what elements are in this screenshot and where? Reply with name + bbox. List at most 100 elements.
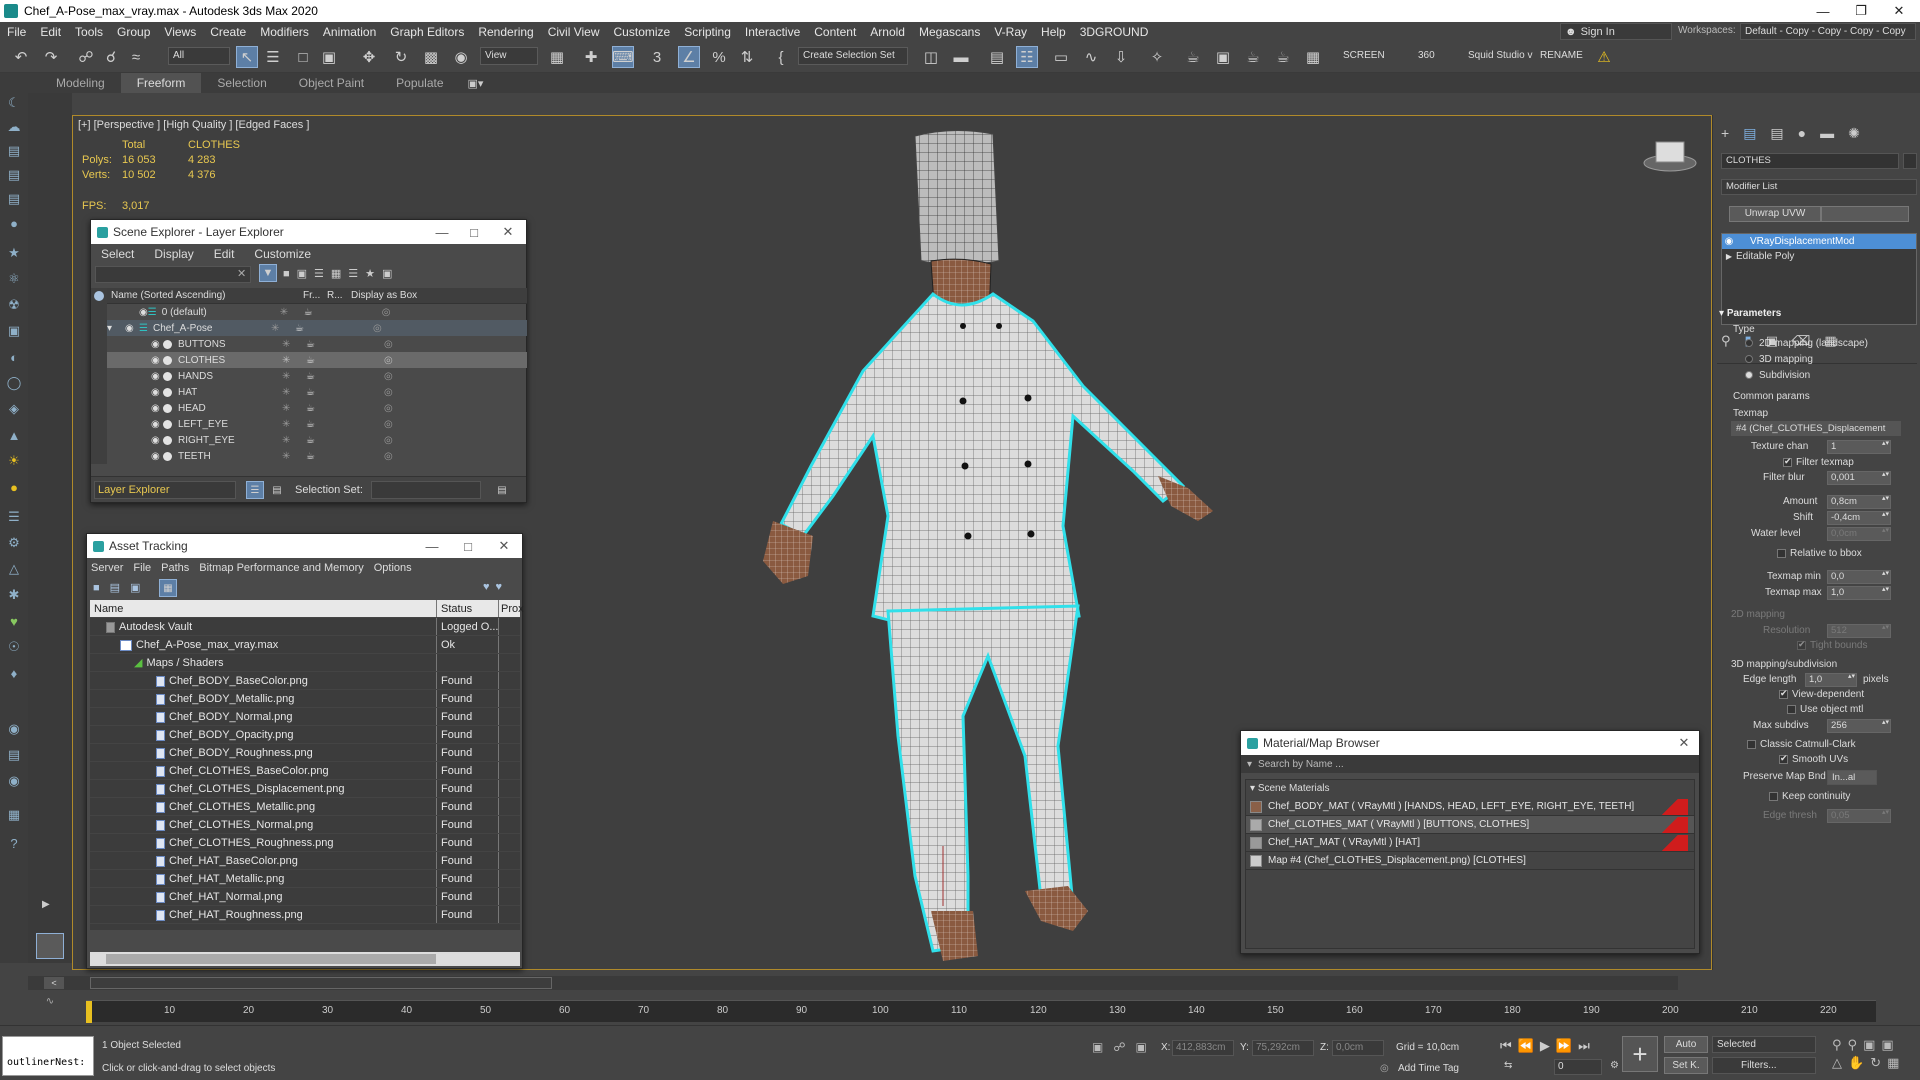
tool-icon-14[interactable]: ▲ (4, 425, 24, 445)
col-box-header[interactable]: Display as Box (351, 290, 417, 301)
hierarchy-mode-icon[interactable]: ▤ (268, 481, 286, 499)
use-object-mtl-checkbox[interactable] (1787, 705, 1796, 714)
zoom-all-icon[interactable]: ⚲ (1848, 1037, 1864, 1052)
render-production-icon[interactable]: ☕ (1242, 46, 1264, 68)
parameters-rollout-header[interactable]: ▾ Parameters (1719, 308, 1781, 319)
next-frame-icon[interactable]: ⏩ (1556, 1038, 1578, 1053)
time-slider-track[interactable] (90, 977, 552, 989)
menu-group[interactable]: Group (110, 25, 157, 39)
texmap-min-spinner[interactable]: 0,0 (1827, 570, 1891, 584)
freeze-icon[interactable]: ✳ (282, 371, 306, 382)
tab-object-paint[interactable]: Object Paint (283, 73, 380, 93)
horizontal-scrollbar[interactable] (90, 952, 520, 966)
maximize-button[interactable]: □ (459, 220, 489, 244)
ribbon-options-icon[interactable]: ▣▾ (460, 77, 492, 90)
clear-search-icon[interactable]: ✕ (237, 267, 246, 280)
render-icon[interactable]: ☕ (304, 307, 382, 318)
filter-blur-spinner[interactable]: 0,001 (1827, 471, 1891, 485)
view-dependent-checkbox[interactable] (1779, 688, 1788, 699)
asset-row[interactable]: Chef_CLOTHES_Roughness.png Found (90, 834, 520, 852)
edit-named-selection-icon[interactable]: { (770, 46, 792, 68)
table-view-icon[interactable]: ▦ (159, 579, 177, 597)
tight-bounds-checkbox[interactable] (1797, 639, 1806, 650)
rendered-frame-window-icon[interactable]: ▣ (1212, 46, 1234, 68)
auto-key-button[interactable]: Auto (1664, 1036, 1708, 1053)
x-coordinate-field[interactable]: 412,883cm (1172, 1040, 1234, 1056)
modifier-visibility-icon[interactable]: ◉ (1722, 236, 1736, 247)
material-row[interactable]: Chef_CLOTHES_MAT ( VRayMtl ) [BUTTONS, C… (1246, 816, 1694, 834)
render-setup-icon[interactable]: ☕ (1182, 46, 1204, 68)
align-icon[interactable]: ▬ (950, 46, 972, 68)
freeze-icon[interactable]: ✳ (271, 323, 295, 334)
type-radio-3d[interactable] (1745, 355, 1753, 363)
col-status-header[interactable]: Status (436, 600, 498, 617)
material-browser-titlebar[interactable]: Material/Map Browser ✕ (1241, 731, 1699, 755)
maximize-viewport-icon[interactable]: ▦ (1887, 1055, 1905, 1070)
viewport-label[interactable]: [+] [Perspective ] [High Quality ] [Edge… (78, 119, 309, 131)
edge-threshold-spinner[interactable]: 0,05 (1827, 809, 1891, 823)
filter-icon[interactable]: ▼ (259, 264, 277, 282)
utilities-icon[interactable]: ● (4, 213, 24, 233)
key-mode-icon[interactable]: ⇆ (1504, 1060, 1512, 1071)
pivot-center-icon[interactable]: ▦ (546, 46, 568, 68)
motion-tab-icon[interactable]: ● (1798, 125, 1820, 141)
viewport-navigation-controls[interactable]: ⚲⚲▣▣ △✋↻▦ (1832, 1036, 1918, 1076)
tool-icon-23[interactable]: ♦ (4, 663, 24, 683)
smooth-uvs-checkbox[interactable] (1779, 753, 1788, 764)
object-row[interactable]: ◉ HEAD ✳ ☕ ◎ (107, 400, 527, 416)
box-icon[interactable]: ◎ (384, 435, 393, 446)
percent-snap-icon[interactable]: % (708, 46, 730, 68)
time-slider[interactable]: < (28, 976, 1678, 990)
asset-tools-icons[interactable]: ■▤▣ (93, 581, 150, 594)
material-editor-icon[interactable]: ✧ (1146, 46, 1168, 68)
select-manipulate-icon[interactable]: ✚ (580, 46, 602, 68)
tool-icon-12[interactable]: ◯ (4, 373, 24, 393)
create-icon[interactable]: ☾ (4, 93, 24, 113)
toggle-ribbon-icon[interactable]: ▭ (1050, 46, 1072, 68)
menu-customize[interactable]: Customize (607, 25, 678, 39)
menu-modifiers[interactable]: Modifiers (253, 25, 316, 39)
object-row[interactable]: ◉ BUTTONS ✳ ☕ ◎ (107, 336, 527, 352)
playback-controls[interactable]: ⏮⏪▶⏩⏭ (1500, 1038, 1596, 1054)
asset-row[interactable]: Chef_BODY_Metallic.png Found (90, 690, 520, 708)
tool-icon-22[interactable]: ☉ (4, 637, 24, 657)
move-icon[interactable]: ✥ (358, 46, 380, 68)
angle-snap-icon[interactable]: ∠ (678, 46, 700, 68)
scale-icon[interactable]: ▩ (420, 46, 442, 68)
asset-row[interactable]: Chef_CLOTHES_BaseColor.png Found (90, 762, 520, 780)
filter-texmap-checkbox[interactable] (1783, 456, 1792, 467)
minimize-button[interactable]: — (417, 534, 447, 558)
freeze-icon[interactable]: ✳ (280, 307, 304, 318)
tool-icon-19[interactable]: △ (4, 559, 24, 579)
box-icon[interactable]: ◎ (373, 323, 382, 334)
zoom-extents-all-icon[interactable]: ▣ (1881, 1037, 1899, 1052)
render-icon[interactable]: ☕ (306, 451, 384, 462)
previous-frame-icon[interactable]: ⏪ (1518, 1038, 1540, 1053)
squid-studio-label[interactable]: Squid Studio v (1468, 50, 1533, 61)
material-search-input[interactable]: Search by Name ... (1258, 759, 1344, 770)
box-icon[interactable]: ◎ (384, 403, 393, 414)
expand-arrow-icon[interactable]: ▶ (42, 899, 50, 910)
asset-tracking-titlebar[interactable]: Asset Tracking — □ ✕ (87, 534, 522, 558)
render-icon[interactable]: ☕ (306, 371, 384, 382)
time-tag-icon[interactable]: ◎ (1380, 1063, 1389, 1074)
search-options-icon[interactable]: ▾ (1241, 759, 1258, 770)
object-row[interactable]: ◉ HAT ✳ ☕ ◎ (107, 384, 527, 400)
modify-icon[interactable]: ☁ (4, 117, 24, 137)
menu-views[interactable]: Views (157, 25, 203, 39)
box-icon[interactable]: ◎ (384, 371, 393, 382)
amount-spinner[interactable]: 0,8cm (1827, 495, 1891, 509)
menu-tools[interactable]: Tools (68, 25, 110, 39)
visibility-icon[interactable]: ◉ (151, 435, 163, 446)
col-name-header[interactable]: Name (90, 600, 436, 617)
minimize-button[interactable]: — (427, 220, 457, 244)
create-selection-set-dropdown[interactable]: Create Selection Set (798, 47, 908, 65)
classic-catmull-clark-checkbox[interactable] (1747, 740, 1756, 749)
asset-row[interactable]: ◢ Maps / Shaders (90, 654, 520, 672)
freeze-icon[interactable]: ✳ (282, 451, 306, 462)
tool-icon-27[interactable]: ▦ (4, 805, 24, 825)
render-icon[interactable]: ☕ (306, 435, 384, 446)
key-filters-button[interactable]: Filters... (1712, 1057, 1816, 1074)
place-icon[interactable]: ◉ (450, 46, 472, 68)
edge-length-spinner[interactable]: 1,0 (1805, 673, 1857, 687)
